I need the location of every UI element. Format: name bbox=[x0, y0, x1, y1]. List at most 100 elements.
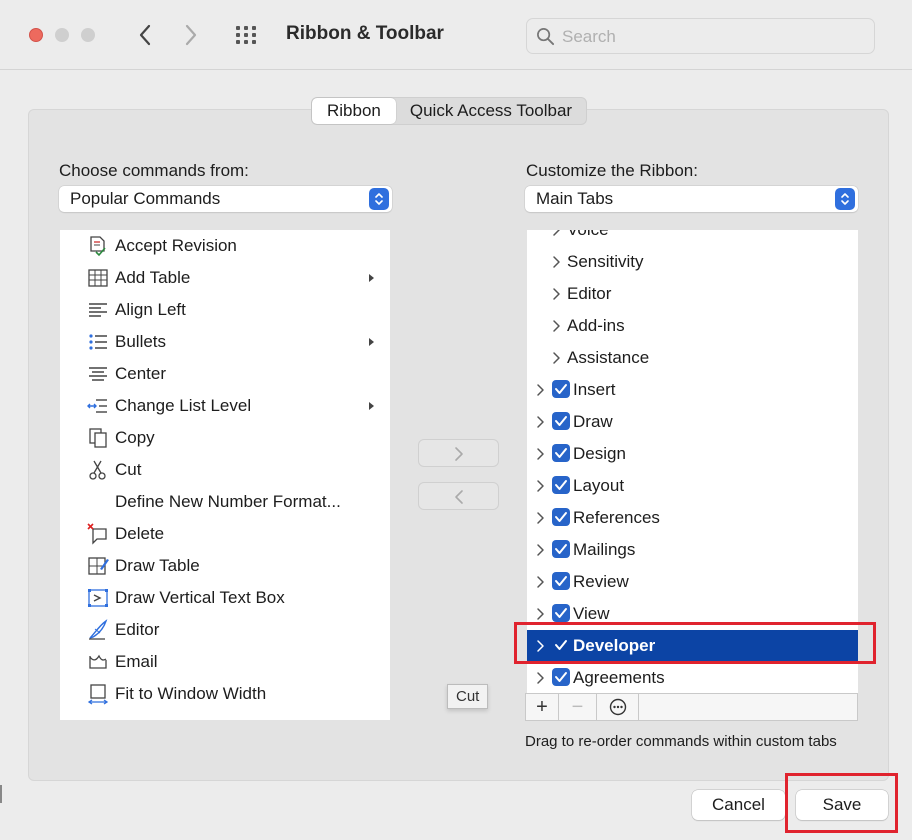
disclosure-chevron-icon[interactable] bbox=[535, 447, 545, 461]
disclosure-chevron-icon[interactable] bbox=[551, 230, 561, 237]
tab-checkbox[interactable] bbox=[552, 636, 570, 654]
search-icon bbox=[537, 28, 555, 46]
tab-checkbox[interactable] bbox=[552, 668, 570, 686]
cancel-button[interactable]: Cancel bbox=[692, 790, 785, 820]
command-row[interactable]: Define New Number Format... bbox=[60, 486, 390, 518]
tab-checkbox[interactable] bbox=[552, 572, 570, 590]
tabs-toolbar: + − bbox=[525, 693, 858, 721]
command-row[interactable]: Change List Level bbox=[60, 390, 390, 422]
command-label: Define New Number Format... bbox=[115, 492, 341, 511]
ribbon-tab-row[interactable]: Add-ins bbox=[527, 310, 858, 342]
command-label: Delete bbox=[115, 524, 165, 543]
add-tab-button[interactable]: + bbox=[526, 694, 559, 720]
chevron-right-icon bbox=[185, 24, 197, 46]
chevron-left-icon bbox=[455, 490, 463, 504]
disclosure-chevron-icon[interactable] bbox=[551, 255, 561, 269]
tab-checkbox[interactable] bbox=[552, 444, 570, 462]
search-input[interactable] bbox=[562, 25, 862, 49]
disclosure-chevron-icon[interactable] bbox=[535, 607, 545, 621]
disclosure-chevron-icon[interactable] bbox=[535, 415, 545, 429]
delete-comment-icon bbox=[87, 523, 109, 545]
ribbon-tabs-popup[interactable]: Main Tabs bbox=[525, 186, 858, 212]
ribbon-tab-row[interactable]: Layout bbox=[527, 470, 858, 502]
ribbon-tab-label: Insert bbox=[573, 380, 616, 399]
save-button[interactable]: Save bbox=[796, 790, 888, 820]
ribbon-tab-row[interactable]: Editor bbox=[527, 278, 858, 310]
disclosure-chevron-icon[interactable] bbox=[535, 575, 545, 589]
forward-button[interactable] bbox=[176, 20, 206, 50]
segmented-control: Ribbon Quick Access Toolbar bbox=[311, 97, 588, 125]
tab-checkbox[interactable] bbox=[552, 380, 570, 398]
ribbon-tab-row[interactable]: Voice bbox=[527, 230, 858, 246]
ribbon-tab-row[interactable]: Insert bbox=[527, 374, 858, 406]
command-row[interactable]: Accept Revision bbox=[60, 230, 390, 262]
close-window-button[interactable] bbox=[29, 28, 43, 42]
disclosure-chevron-icon[interactable] bbox=[535, 383, 545, 397]
ribbon-tab-row[interactable]: Design bbox=[527, 438, 858, 470]
copy-icon bbox=[87, 427, 109, 449]
disclosure-chevron-icon[interactable] bbox=[535, 479, 545, 493]
show-all-grid-button[interactable] bbox=[234, 24, 262, 46]
tab-quick-access-toolbar[interactable]: Quick Access Toolbar bbox=[396, 98, 586, 124]
ribbon-tab-row[interactable]: Mailings bbox=[527, 534, 858, 566]
ribbon-tab-row[interactable]: Draw bbox=[527, 406, 858, 438]
zoom-window-button[interactable] bbox=[81, 28, 95, 42]
ribbon-tab-row[interactable]: Developer bbox=[527, 630, 858, 662]
ribbon-tab-row[interactable]: Agreements bbox=[527, 662, 858, 693]
ribbon-tab-row[interactable]: References bbox=[527, 502, 858, 534]
remove-tab-button[interactable]: − bbox=[559, 694, 597, 720]
command-row[interactable]: Cut bbox=[60, 454, 390, 486]
ribbon-tab-row[interactable]: Assistance bbox=[527, 342, 858, 374]
disclosure-chevron-icon[interactable] bbox=[535, 543, 545, 557]
submenu-arrow-icon[interactable] bbox=[366, 399, 376, 413]
minimize-window-button[interactable] bbox=[55, 28, 69, 42]
popup-arrows-icon bbox=[835, 188, 855, 210]
ribbon-tab-label: Voice bbox=[567, 230, 609, 240]
command-row[interactable]: Editor bbox=[60, 614, 390, 646]
command-row[interactable]: Fit to Window Width bbox=[60, 678, 390, 710]
submenu-arrow-icon[interactable] bbox=[366, 335, 376, 349]
ribbon-tabs-tree[interactable]: Voice Sensitivity Editor Add-ins Assistance I… bbox=[527, 230, 858, 693]
command-label: Bullets bbox=[115, 332, 167, 351]
command-label: Editor bbox=[115, 620, 160, 639]
command-row[interactable]: Bullets bbox=[60, 326, 390, 358]
tab-checkbox[interactable] bbox=[552, 604, 570, 622]
disclosure-chevron-icon[interactable] bbox=[551, 287, 561, 301]
command-row[interactable]: Delete bbox=[60, 518, 390, 550]
add-to-ribbon-button[interactable] bbox=[418, 439, 499, 467]
window-title: Ribbon & Toolbar bbox=[286, 23, 444, 44]
command-row[interactable]: Center bbox=[60, 358, 390, 390]
email-icon bbox=[87, 651, 109, 673]
disclosure-chevron-icon[interactable] bbox=[551, 319, 561, 333]
command-row[interactable]: Email bbox=[60, 646, 390, 678]
commands-list[interactable]: Accept Revision Add Table Align Left Bullet… bbox=[60, 230, 390, 720]
disclosure-chevron-icon[interactable] bbox=[535, 671, 545, 685]
disclosure-chevron-icon[interactable] bbox=[535, 511, 545, 525]
draw-table-icon bbox=[87, 555, 109, 577]
tab-checkbox[interactable] bbox=[552, 540, 570, 558]
ribbon-tab-row[interactable]: Sensitivity bbox=[527, 246, 858, 278]
tab-checkbox[interactable] bbox=[552, 508, 570, 526]
command-row[interactable]: Align Left bbox=[60, 294, 390, 326]
command-row[interactable]: Add Table bbox=[60, 262, 390, 294]
command-row[interactable]: Draw Table bbox=[60, 550, 390, 582]
back-button[interactable] bbox=[130, 20, 160, 50]
search-field[interactable] bbox=[526, 18, 875, 54]
remove-from-ribbon-button[interactable] bbox=[418, 482, 499, 510]
ribbon-tab-label: Add-ins bbox=[567, 316, 625, 335]
ribbon-tab-label: View bbox=[573, 604, 610, 623]
ribbon-tab-label: Agreements bbox=[573, 668, 665, 687]
commands-source-popup[interactable]: Popular Commands bbox=[59, 186, 392, 212]
more-options-button[interactable] bbox=[597, 694, 639, 720]
disclosure-chevron-icon[interactable] bbox=[535, 639, 545, 653]
disclosure-chevron-icon[interactable] bbox=[551, 351, 561, 365]
tab-ribbon[interactable]: Ribbon bbox=[312, 98, 396, 124]
command-row[interactable]: Copy bbox=[60, 422, 390, 454]
tab-checkbox[interactable] bbox=[552, 412, 570, 430]
tab-checkbox[interactable] bbox=[552, 476, 570, 494]
ribbon-tab-label: Draw bbox=[573, 412, 613, 431]
ribbon-tab-row[interactable]: Review bbox=[527, 566, 858, 598]
command-row[interactable]: Draw Vertical Text Box bbox=[60, 582, 390, 614]
submenu-arrow-icon[interactable] bbox=[366, 271, 376, 285]
ribbon-tab-row[interactable]: View bbox=[527, 598, 858, 630]
